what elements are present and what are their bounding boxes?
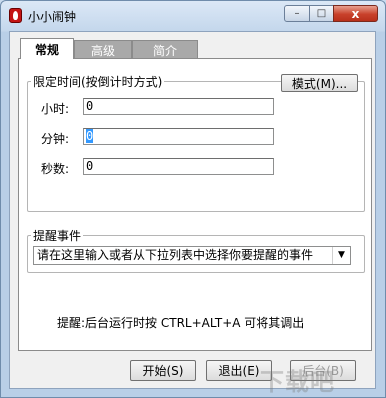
title-bar[interactable]: 小小闹钟 – □ x (1, 1, 385, 29)
start-button[interactable]: 开始(S) (130, 360, 196, 381)
close-button[interactable]: x (333, 5, 378, 22)
tab-panel-general: 限定时间(按倒计时方式) 模式(M)... 小时: 0 分钟: 0 秒数: 0 … (18, 58, 372, 351)
minutes-input[interactable]: 0 (83, 128, 274, 145)
timer-group-legend: 限定时间(按倒计时方式) (31, 73, 165, 90)
minimize-button[interactable]: – (284, 5, 310, 22)
reminder-event-text: 请在这里输入或者从下拉列表中选择你要提醒的事件 (37, 248, 314, 262)
app-icon (9, 8, 22, 23)
reminder-event-combo[interactable]: 请在这里输入或者从下拉列表中选择你要提醒的事件 ▼ (33, 246, 351, 265)
client-area: 常规 高级 简介 限定时间(按倒计时方式) 模式(M)... 小时: 0 分钟:… (9, 31, 376, 396)
tab-general[interactable]: 常规 (20, 38, 74, 59)
watermark: 下载吧 (260, 368, 335, 396)
tab-about[interactable]: 简介 (132, 40, 198, 59)
hotkey-hint: 提醒:后台运行时按 CTRL+ALT+A 可将其调出 (57, 316, 305, 330)
mode-button[interactable]: 模式(M)... (281, 74, 358, 92)
seconds-label: 秒数: (41, 162, 70, 176)
tab-advanced[interactable]: 高级 (74, 40, 132, 59)
app-window: 小小闹钟 – □ x 常规 高级 简介 限定时间(按倒计时方式) 模式(M)..… (0, 0, 386, 398)
minutes-label: 分钟: (41, 132, 70, 146)
reminder-group-legend: 提醒事件 (31, 227, 84, 244)
maximize-button[interactable]: □ (309, 5, 334, 22)
hours-label: 小时: (41, 102, 70, 116)
dropdown-arrow-icon[interactable]: ▼ (332, 247, 350, 264)
hours-input[interactable]: 0 (83, 98, 274, 115)
window-title: 小小闹钟 (28, 10, 77, 24)
seconds-input[interactable]: 0 (83, 158, 274, 175)
minutes-value: 0 (86, 129, 94, 143)
